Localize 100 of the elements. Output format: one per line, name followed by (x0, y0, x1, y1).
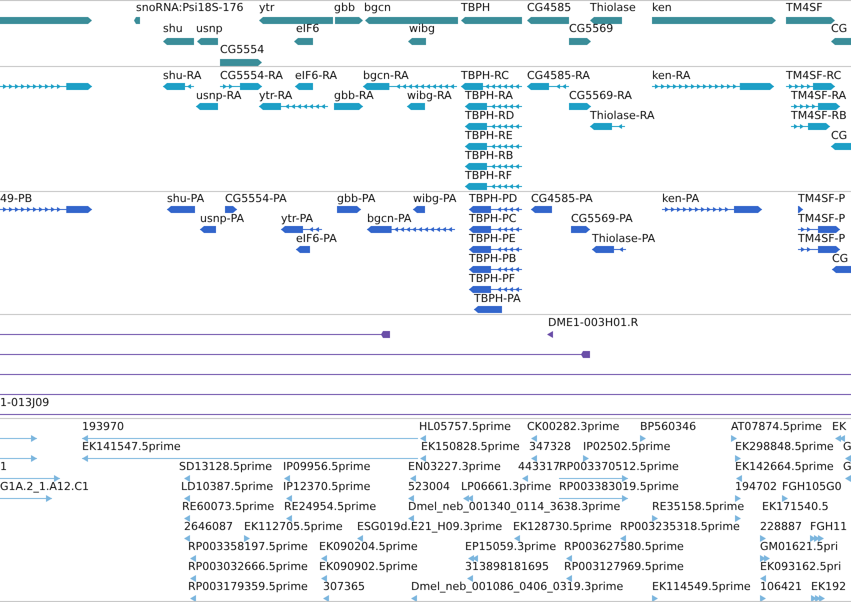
transcript-label: CG4585-RA (527, 70, 590, 82)
est-label: AT07874.5prime (731, 421, 822, 433)
est-label: 307365 (323, 581, 365, 593)
protein-label: TBPH-PD (469, 193, 518, 205)
protein-label: CG4585-PA (531, 193, 593, 205)
est-label: 106421 (760, 581, 802, 593)
protein-label: shu-PA (167, 193, 204, 205)
est-label: FGH11 (810, 521, 848, 533)
est-label: G (843, 461, 851, 473)
protein-label: TBPH-PC (469, 213, 516, 225)
est-label: IP02502.5prime (583, 441, 670, 453)
est-label: EK298848.5prime (735, 441, 834, 453)
est-label: LP06661.3prime (461, 481, 552, 493)
transcript-label: wibg-RA (407, 90, 452, 102)
gene-label: ken (652, 2, 672, 14)
est-label: EK090902.5prime (319, 561, 418, 573)
est-label: 347328 (529, 441, 571, 453)
est-label: EK112705.5prime (244, 521, 343, 533)
transcript-label: eIF6-RA (295, 70, 338, 82)
est-label: RP003358197.5prime (188, 541, 308, 553)
est-label: 2646087 (184, 521, 233, 533)
transcript-label: ytr-RA (259, 90, 292, 102)
est-label: EK114549.5prime (652, 581, 751, 593)
est-label: Dmel_neb_001340_0114_3638.3prime (408, 501, 620, 513)
protein-label: TM4SF-P (798, 193, 846, 205)
transcript-label: ken-RA (652, 70, 690, 82)
gene-label: ytr (259, 2, 274, 14)
protein-label: CG5569-PA (571, 213, 633, 225)
protein-label: TBPH-PF (469, 273, 516, 285)
est-label: LD10387.5prime (181, 481, 274, 493)
est-label: EK (832, 421, 846, 433)
gene-label: Thiolase (590, 2, 636, 14)
est-label: EK090204.5prime (319, 541, 418, 553)
est-label: RP003032666.5prime (188, 561, 308, 573)
transcript-label: usnp-RA (196, 90, 242, 102)
est-label: CK00282.3prime (527, 421, 620, 433)
gene-label: snoRNA:Psi18S-176 (136, 2, 244, 14)
est-label: RP003127969.5prime (564, 561, 684, 573)
protein-label: TM4SF-P (798, 213, 846, 225)
est-label: EP15059.3prime (465, 541, 556, 553)
protein-label: CG5554-PA (225, 193, 287, 205)
est-label: G (843, 441, 851, 453)
est-label: EK128730.5prime (513, 521, 612, 533)
protein-label: bgcn-PA (367, 213, 412, 225)
est-label: 193970 (82, 421, 124, 433)
est-label: GM01621.5pri (760, 541, 838, 553)
protein-label: TM4SF-P (798, 233, 846, 245)
est-label: ESG019d.E21_H09.3prime (357, 521, 502, 533)
est-label: IP09956.5prime (283, 461, 370, 473)
protein-label: ken-PA (662, 193, 700, 205)
gene-label: usnp (196, 23, 223, 35)
gene-label: shu (163, 23, 183, 35)
transcript-label: TM4SF-RC (786, 70, 842, 82)
protein-label: TBPH-PE (469, 233, 516, 245)
transcript-label: shu-RA (163, 70, 202, 82)
est-label: G1A.2_1.A12.C1 (0, 481, 90, 493)
transcript-label: TBPH-RD (465, 110, 514, 122)
est-label: RP003179359.5prime (188, 581, 308, 593)
gene-label: TM4SF (786, 2, 823, 14)
protein-label: 49-PB (0, 193, 32, 205)
est-label: EN03227.3prime (408, 461, 501, 473)
transcript-label: TM4SF-RB (791, 110, 847, 122)
protein-label: wibg-PA (413, 193, 456, 205)
gene-label: TBPH (461, 2, 490, 14)
transcript-label: TBPH-RC (461, 70, 509, 82)
transcript-label: Thiolase-RA (590, 110, 654, 122)
est-label: EK142664.5prime (735, 461, 834, 473)
transcript-label: TBPH-RE (465, 130, 513, 142)
est-label: IP12370.5prime (283, 481, 370, 493)
est-label: EK093162.5pri (760, 561, 842, 573)
est-label: RE24954.5prime (284, 501, 376, 513)
protein-label: TBPH-PB (469, 253, 516, 265)
est-label: EK150828.5prime (421, 441, 520, 453)
gene-label: CG4585 (527, 2, 572, 14)
est-label: RP003627580.5prime (564, 541, 684, 553)
est-label: SD13128.5prime (179, 461, 272, 473)
protein-label: Thiolase-PA (592, 233, 656, 245)
est-label: EK141547.5prime (82, 441, 181, 453)
transcript-label: CG5554-RA (220, 70, 283, 82)
est-label: RP003235318.5prime (620, 521, 740, 533)
protein-label: usnp-PA (200, 213, 244, 225)
est-label: 523004 (408, 481, 450, 493)
protein-label: TBPH-PA (474, 293, 521, 305)
transcript-label: CG5569-RA (569, 90, 632, 102)
transcript-label: TM4SF-RA (791, 90, 846, 102)
est-label: EK192 (811, 581, 846, 593)
protein-label: gbb-PA (337, 193, 376, 205)
est-label: 228887 (760, 521, 802, 533)
est-label: 194702 (735, 481, 777, 493)
transcript-label: TBPH-RF (465, 170, 512, 182)
est-label: 1 (0, 461, 7, 473)
est-label: RP003370512.5prime (559, 461, 679, 473)
est-label: 313898181695 (465, 561, 549, 573)
est-label: FGH105G0 (782, 481, 842, 493)
est-label: EK171540.5 (762, 501, 829, 513)
est-label: RP003383019.5prime (559, 481, 679, 493)
gene-label: eIF6 (296, 23, 320, 35)
protein-label: eIF6-PA (296, 233, 337, 245)
transcript-label: TBPH-RB (465, 150, 514, 162)
transcript-label: gbb-RA (334, 90, 374, 102)
